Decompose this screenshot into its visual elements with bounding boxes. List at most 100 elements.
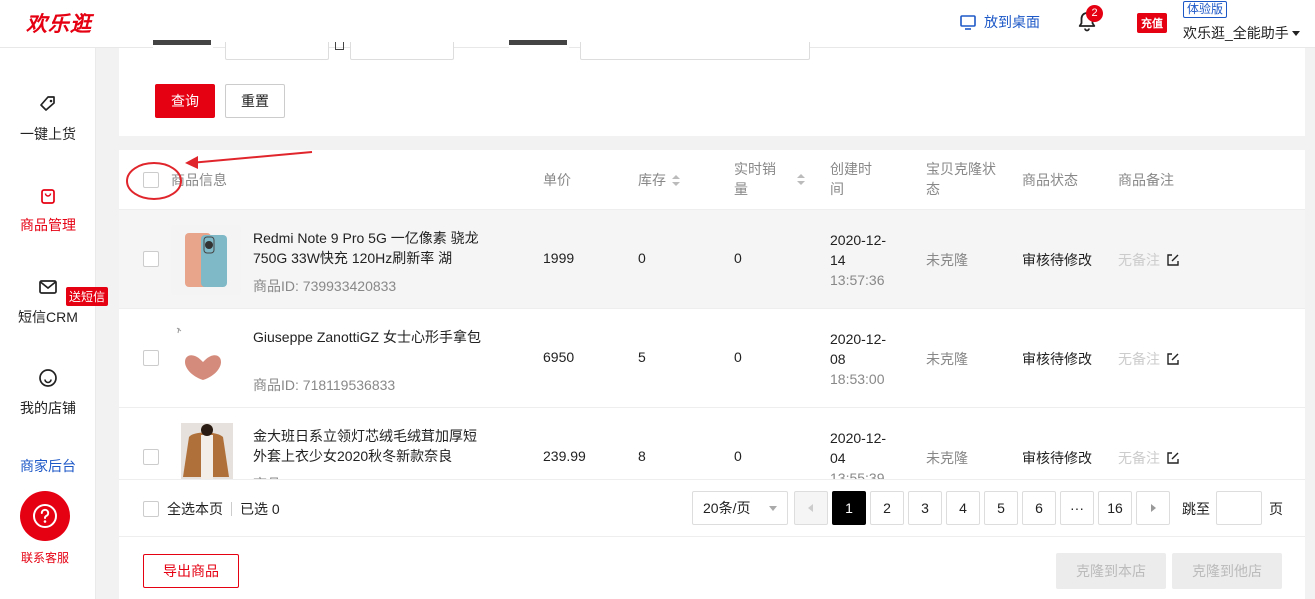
product-id: 商品ID: 718119536833: [253, 377, 396, 393]
monitor-icon: [960, 14, 976, 30]
table-row[interactable]: Giuseppe ZanottiGZ 女士心形手拿包 商品ID: 7181195…: [119, 309, 1305, 408]
clone-status-cell: 未克隆: [926, 351, 968, 367]
sidebar-item-one-click-listing[interactable]: 一键上货: [0, 94, 96, 144]
add-to-desktop-link[interactable]: 放到桌面: [960, 12, 1040, 32]
price-max-input[interactable]: [350, 42, 454, 60]
header-stock[interactable]: 库存: [638, 170, 680, 190]
price-min-input[interactable]: [225, 42, 329, 60]
remark-text: 无备注: [1118, 351, 1160, 367]
price-cell: 6950: [543, 349, 575, 365]
footer-divider: [119, 536, 1305, 537]
sales-cell: 0: [734, 349, 742, 365]
remark-cell: 无备注: [1118, 250, 1180, 270]
header-clone-status: 宝贝克隆状态: [926, 161, 996, 197]
stock-cell: 8: [638, 448, 646, 464]
page-size-value: 20条/页: [703, 500, 751, 516]
sidebar-item-product-management[interactable]: 商品管理: [0, 185, 96, 235]
page-size-select[interactable]: 20条/页: [692, 491, 788, 525]
product-thumbnail[interactable]: [171, 324, 241, 394]
table-row[interactable]: Redmi Note 9 Pro 5G 一亿像素 骁龙750G 33W快充 12…: [119, 210, 1305, 309]
clone-to-other-store-button[interactable]: 克隆到他店: [1172, 553, 1282, 589]
filter-label-remark: [509, 40, 569, 54]
export-products-button[interactable]: 导出商品: [143, 554, 239, 588]
jump-label: 跳至: [1182, 501, 1210, 517]
recharge-button[interactable]: 充值: [1137, 13, 1167, 33]
add-to-desktop-label: 放到桌面: [984, 14, 1040, 30]
product-name[interactable]: 金大班日系立领灯芯绒毛绒茸加厚短外套上衣少女2020秋冬新款奈良: [253, 426, 483, 466]
page-button-3[interactable]: 3: [908, 491, 942, 525]
page-button-6[interactable]: 6: [1022, 491, 1056, 525]
edit-icon[interactable]: [1166, 451, 1180, 465]
product-id: 商品ID: 739933420833: [253, 278, 397, 294]
created-date: 2020-12-04: [830, 430, 887, 466]
shopping-bag-icon: [41, 189, 55, 204]
page-unit-label: 页: [1269, 501, 1283, 517]
product-name[interactable]: Redmi Note 9 Pro 5G 一亿像素 骁龙750G 33W快充 12…: [253, 228, 483, 268]
customer-service-label: 联系客服: [20, 551, 69, 565]
reset-button[interactable]: 重置: [225, 84, 285, 118]
page-ellipsis-button[interactable]: ···: [1060, 491, 1094, 525]
divider: [231, 502, 232, 516]
page-button-2[interactable]: 2: [870, 491, 904, 525]
created-date: 2020-12-08: [830, 331, 887, 367]
header-remark: 商品备注: [1118, 172, 1174, 188]
edit-icon[interactable]: [1166, 352, 1180, 366]
row-checkbox[interactable]: [143, 449, 159, 465]
jump-page-input[interactable]: [1216, 491, 1262, 525]
notification-badge: 2: [1086, 5, 1103, 22]
send-sms-badge: 送短信: [66, 287, 109, 306]
next-page-button[interactable]: [1136, 491, 1170, 525]
sidebar-item-label: 商品管理: [20, 217, 76, 233]
header-product-status: 商品状态: [1022, 172, 1078, 188]
range-separator: [335, 42, 344, 50]
chevron-down-icon: [769, 505, 777, 511]
envelope-icon: [39, 280, 57, 294]
sort-icon[interactable]: [797, 174, 805, 186]
page-button-16[interactable]: 16: [1098, 491, 1132, 525]
stock-cell: 0: [638, 250, 646, 266]
remark-cell: 无备注: [1118, 448, 1180, 468]
sidebar-item-label: 短信CRM: [18, 309, 78, 325]
sidebar-item-sms-crm[interactable]: 短信CRM 送短信: [0, 277, 109, 327]
tag-icon: [40, 96, 55, 111]
product-status-cell: 审核待修改: [1022, 351, 1092, 367]
price-cell: 1999: [543, 250, 575, 266]
stock-cell: 5: [638, 349, 646, 365]
page-button-1[interactable]: 1: [832, 491, 866, 525]
customer-service-button[interactable]: [20, 491, 70, 541]
filter-label-price: [153, 40, 213, 54]
created-date: 2020-12-14: [830, 232, 887, 268]
phone-image: [171, 225, 241, 295]
table-header: 商品信息 单价 库存 实时销量 创建时间 宝贝克隆状态 商品状态 商品备注: [119, 150, 1305, 210]
select-all-checkbox[interactable]: [143, 501, 159, 517]
sidebar-item-my-store[interactable]: 我的店铺: [0, 368, 96, 418]
product-name[interactable]: Giuseppe ZanottiGZ 女士心形手拿包: [253, 327, 483, 347]
row-checkbox[interactable]: [143, 251, 159, 267]
created-time-cell: 2020-12-14 13:57:36: [830, 230, 900, 290]
created-time: 18:53:00: [830, 371, 885, 387]
prev-page-button[interactable]: [794, 491, 828, 525]
header-realtime-sales[interactable]: 实时销量: [734, 159, 778, 199]
remark-cell: 无备注: [1118, 349, 1180, 369]
select-all-checkbox-header[interactable]: [143, 172, 159, 188]
page-button-5[interactable]: 5: [984, 491, 1018, 525]
select-all-page[interactable]: 全选本页 已选 0: [143, 499, 280, 519]
edit-icon[interactable]: [1166, 253, 1180, 267]
remark-input[interactable]: [580, 42, 810, 60]
merchant-backend-link[interactable]: 商家后台: [0, 456, 96, 476]
app-logo[interactable]: 欢乐逛: [26, 8, 92, 38]
clone-status-cell: 未克隆: [926, 450, 968, 466]
header-price: 单价: [543, 172, 571, 188]
chevron-left-icon: [808, 504, 813, 512]
clone-to-this-store-button[interactable]: 克隆到本店: [1056, 553, 1166, 589]
page-button-4[interactable]: 4: [946, 491, 980, 525]
smile-icon: [39, 369, 57, 387]
product-status-cell: 审核待修改: [1022, 450, 1092, 466]
user-menu[interactable]: 欢乐逛_全能助手: [1183, 23, 1300, 43]
sort-icon: [672, 175, 680, 187]
help-circle-icon: [33, 504, 57, 528]
remark-text: 无备注: [1118, 252, 1160, 268]
product-thumbnail[interactable]: [171, 225, 241, 295]
query-button[interactable]: 查询: [155, 84, 215, 118]
row-checkbox[interactable]: [143, 350, 159, 366]
